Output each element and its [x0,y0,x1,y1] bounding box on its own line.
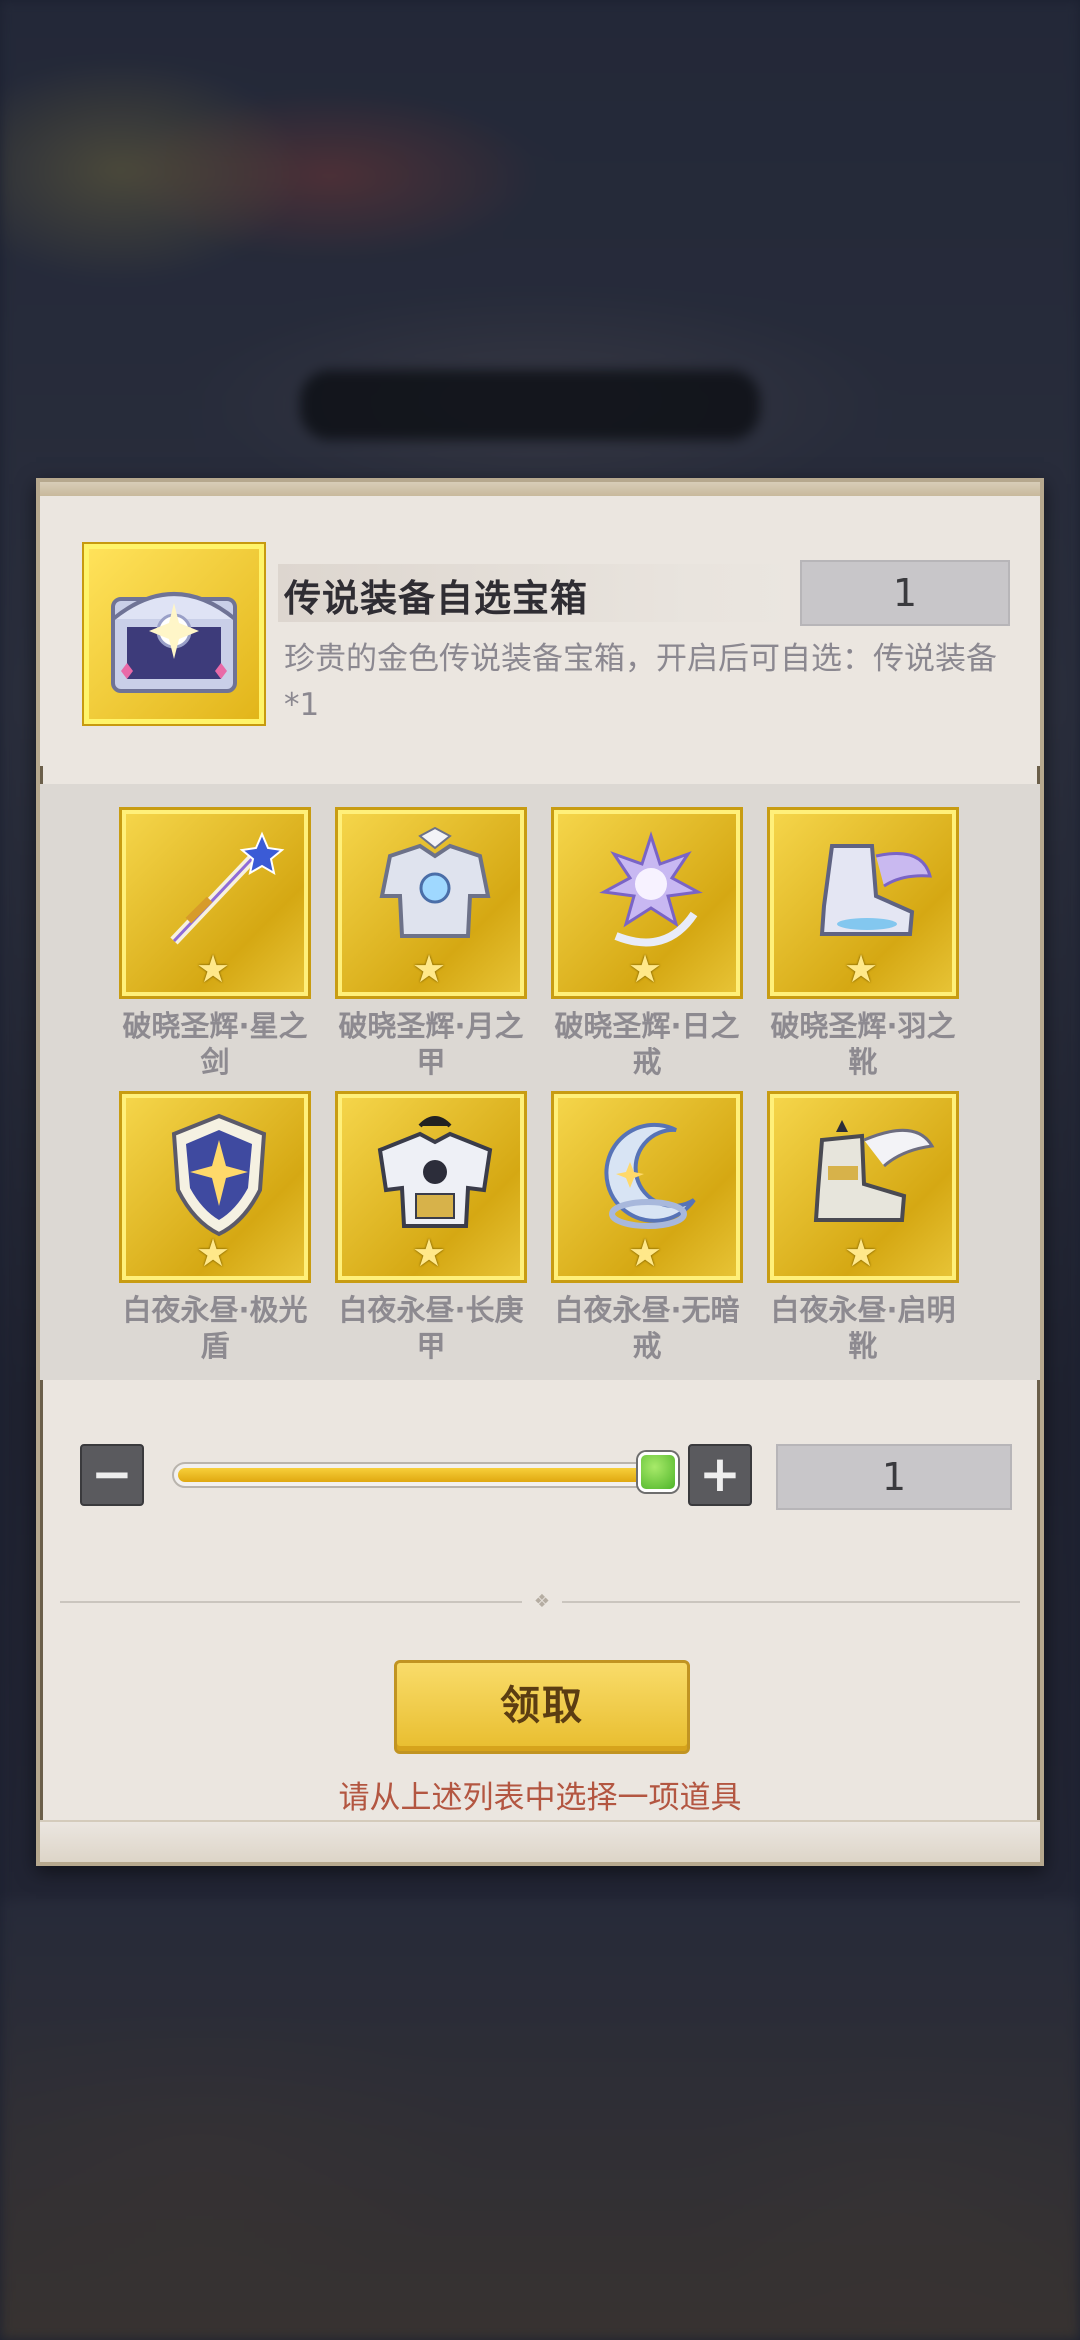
chest-title: 传说装备自选宝箱 [284,577,588,620]
rarity-star-icon: ★ [196,947,231,991]
quantity-slider[interactable] [172,1462,668,1488]
sun-ring-icon [599,831,703,947]
rarity-star-icon: ★ [844,1231,879,1275]
slider-handle[interactable] [638,1452,678,1492]
treasure-chest-icon [111,592,237,693]
evening-star-armor-icon [377,1116,493,1228]
rarity-star-icon: ★ [412,947,447,991]
item-frame[interactable]: ★ [554,1094,740,1280]
divider-ornament-icon: ❖ [522,1592,562,1612]
rarity-star-icon: ★ [412,1231,447,1275]
aurora-shield-icon [171,1113,267,1237]
item-frame[interactable]: ★ [122,810,308,996]
chest-select-dialog: ◰ ◳ ◱ ◲ 传说装备自选宝箱 1 珍贵的金色传说装备宝箱，开启后可自选：传说… [36,478,1044,1866]
item-grid: ★ 破晓圣辉·星之剑 ★ 破晓圣辉·月之甲 ★ 破晓圣辉·日之戒 ★ 破晓圣辉·… [40,784,1040,1380]
quantity-input[interactable]: 1 [776,1444,1012,1510]
moon-armor-icon [379,826,491,938]
item-frame[interactable]: ★ [770,1094,956,1280]
item-name: 破晓圣辉·羽之靴 [770,1009,956,1079]
item-option[interactable]: ★ 破晓圣辉·羽之靴 [770,810,956,1080]
item-option[interactable]: ★ 白夜永昼·极光盾 [122,1094,308,1364]
section-divider: ❖ [60,1592,1020,1612]
item-frame[interactable]: ★ [338,810,524,996]
item-frame[interactable]: ★ [338,1094,524,1280]
claim-button[interactable]: 领取 [394,1660,690,1754]
feather-boots-icon [819,844,932,936]
item-option[interactable]: ★ 白夜永昼·长庚甲 [338,1094,524,1364]
slider-fill [178,1468,662,1482]
item-option[interactable]: ★ 白夜永昼·无暗戒 [554,1094,740,1364]
decrease-quantity-button[interactable]: − [80,1444,144,1506]
item-option[interactable]: ★ 破晓圣辉·日之戒 [554,810,740,1080]
increase-quantity-button[interactable]: + [688,1444,752,1506]
star-sword-icon [170,831,285,945]
item-name: 白夜永昼·启明靴 [770,1293,956,1363]
rarity-star-icon: ★ [844,947,879,991]
chest-description: 珍贵的金色传说装备宝箱，开启后可自选：传说装备*1 [284,641,997,723]
chest-count: 1 [800,560,1010,626]
item-option[interactable]: ★ 破晓圣辉·月之甲 [338,810,524,1080]
item-option[interactable]: ★ 白夜永昼·启明靴 [770,1094,956,1364]
panel-top-border [40,482,1040,496]
item-name: 破晓圣辉·日之戒 [554,1009,740,1079]
dawn-boots-icon [813,1120,935,1222]
crescent-ring-icon [604,1122,696,1229]
selection-hint: 请从上述列表中选择一项道具 [338,1780,742,1816]
item-name: 白夜永昼·无暗戒 [554,1293,740,1363]
panel-bottom-border [40,1820,1040,1862]
chest-header: 传说装备自选宝箱 1 珍贵的金色传说装备宝箱，开启后可自选：传说装备*1 [40,496,1040,766]
rarity-star-icon: ★ [628,1231,663,1275]
item-frame[interactable]: ★ [770,810,956,996]
item-name: 白夜永昼·长庚甲 [338,1293,524,1363]
rarity-star-icon: ★ [196,1231,231,1275]
chest-icon-frame [84,544,264,724]
rarity-star-icon: ★ [628,947,663,991]
item-frame[interactable]: ★ [554,810,740,996]
item-option[interactable]: ★ 破晓圣辉·星之剑 [122,810,308,1080]
item-frame[interactable]: ★ [122,1094,308,1280]
item-name: 破晓圣辉·星之剑 [122,1009,308,1079]
item-name: 白夜永昼·极光盾 [122,1293,308,1363]
item-name: 破晓圣辉·月之甲 [338,1009,524,1079]
